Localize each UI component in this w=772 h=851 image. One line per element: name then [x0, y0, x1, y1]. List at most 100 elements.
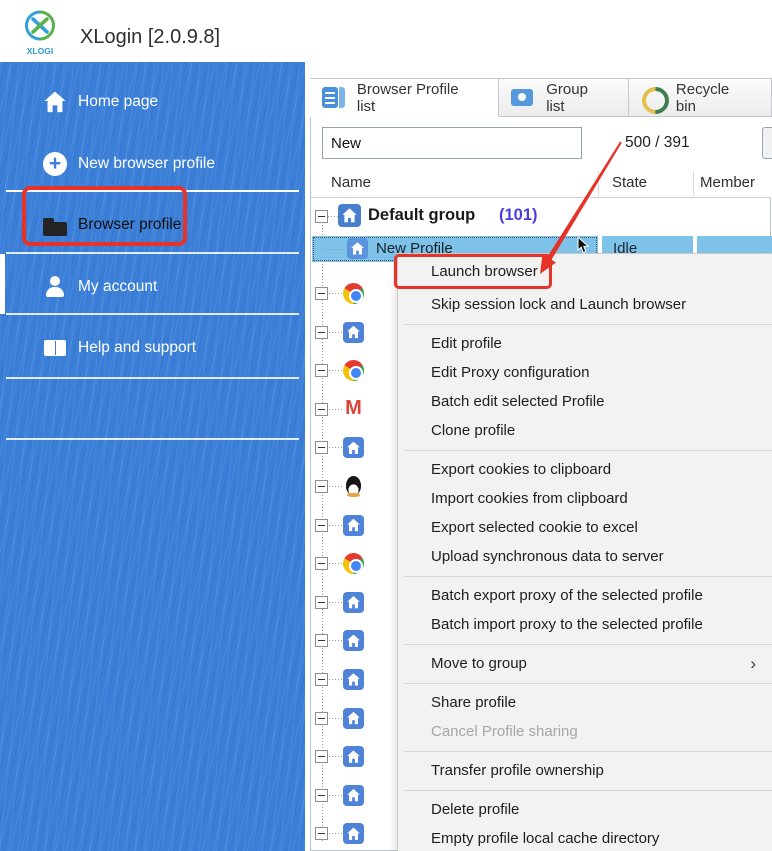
tree-connector — [329, 525, 342, 526]
context-menu-item-label: Batch import proxy to the selected profi… — [431, 616, 703, 633]
sidebar-item[interactable]: Browser profile — [0, 206, 305, 244]
tree-row[interactable] — [311, 628, 391, 666]
tree-connector — [329, 486, 342, 487]
search-action-button[interactable] — [762, 127, 772, 159]
home-icon — [343, 669, 364, 690]
collapse-expander-icon[interactable] — [315, 403, 328, 416]
linux-icon — [343, 476, 364, 497]
tree-connector — [329, 833, 342, 834]
collapse-expander-icon[interactable] — [315, 480, 328, 493]
context-menu-item[interactable]: Clone profile › — [398, 416, 772, 445]
collapse-expander-icon[interactable] — [315, 789, 328, 802]
tree-connector — [329, 293, 342, 294]
home-icon — [343, 437, 364, 458]
collapse-expander-icon[interactable] — [315, 827, 328, 840]
collapse-expander-icon[interactable] — [315, 634, 328, 647]
collapse-expander-icon[interactable] — [315, 210, 328, 223]
sidebar-item-label: Home page — [78, 93, 158, 111]
collapse-expander-icon[interactable] — [315, 557, 328, 570]
collapse-expander-icon[interactable] — [315, 750, 328, 763]
context-menu-item-label: Share profile — [431, 694, 516, 711]
context-menu-item-label: Import cookies from clipboard — [431, 490, 628, 507]
context-menu-item[interactable]: › — [398, 785, 772, 795]
context-menu-item-label: Batch edit selected Profile — [431, 393, 604, 410]
context-menu-item[interactable]: Share profile › — [398, 688, 772, 717]
tree-connector — [329, 795, 342, 796]
sidebar-divider — [6, 313, 299, 315]
home-icon — [42, 89, 68, 115]
group-row[interactable]: Default group (101) — [311, 200, 771, 232]
recycle-icon — [641, 87, 664, 108]
context-menu-item-label: Clone profile — [431, 422, 515, 439]
sidebar-item[interactable]: Help and support — [0, 329, 305, 367]
tree-connector — [329, 332, 342, 333]
context-menu-item[interactable]: Batch edit selected Profile › — [398, 387, 772, 416]
tab[interactable]: Group list — [499, 78, 629, 117]
context-menu: Launch browser › Skip session lock and L… — [397, 253, 772, 851]
context-menu-item[interactable]: Export selected cookie to excel › — [398, 513, 772, 542]
tree-row[interactable] — [311, 435, 391, 473]
collapse-expander-icon[interactable] — [315, 596, 328, 609]
context-menu-item[interactable]: Transfer profile ownership › — [398, 756, 772, 785]
sidebar-item[interactable]: My account — [0, 268, 305, 306]
context-menu-item-label: Export selected cookie to excel — [431, 519, 638, 536]
column-header-state[interactable]: State — [612, 174, 647, 191]
collapse-expander-icon[interactable] — [315, 287, 328, 300]
search-input[interactable] — [322, 127, 582, 159]
collapse-expander-icon[interactable] — [315, 326, 328, 339]
context-menu-item[interactable]: Batch import proxy to the selected profi… — [398, 610, 772, 639]
tree-row[interactable] — [311, 513, 391, 551]
context-menu-item[interactable]: Move to group › — [398, 649, 772, 678]
tree-row[interactable] — [311, 551, 391, 589]
context-menu-item[interactable]: › — [398, 571, 772, 581]
collapse-expander-icon[interactable] — [315, 519, 328, 532]
context-menu-item[interactable]: › — [398, 639, 772, 649]
sidebar-item[interactable]: Home page — [0, 83, 305, 121]
sidebar-item-label: My account — [78, 278, 157, 296]
collapse-expander-icon[interactable] — [315, 712, 328, 725]
context-menu-item[interactable]: Export cookies to clipboard › — [398, 455, 772, 484]
context-menu-item[interactable]: › — [398, 319, 772, 329]
tree-row[interactable] — [311, 320, 391, 358]
tree-row[interactable] — [311, 281, 391, 319]
sidebar-item[interactable]: New browser profile — [0, 145, 305, 183]
tree-row[interactable] — [311, 590, 391, 628]
tab[interactable]: Recycle bin — [629, 78, 772, 117]
collapse-expander-icon[interactable] — [315, 364, 328, 377]
context-menu-item[interactable]: Delete profile › — [398, 795, 772, 824]
context-menu-item-label: Export cookies to clipboard — [431, 461, 611, 478]
context-menu-item[interactable]: Upload synchronous data to server › — [398, 542, 772, 571]
home-icon — [343, 630, 364, 651]
tree-row[interactable] — [311, 706, 391, 744]
sidebar-divider — [6, 252, 299, 254]
tree-row[interactable] — [311, 667, 391, 705]
logo-text: XLOGI — [27, 46, 53, 56]
context-menu-item[interactable]: Import cookies from clipboard › — [398, 484, 772, 513]
tab[interactable]: Browser Profile list — [310, 78, 499, 117]
context-menu-item-label: Edit profile — [431, 335, 502, 352]
column-header-name[interactable]: Name — [331, 174, 371, 191]
context-menu-item[interactable]: › — [398, 746, 772, 756]
collapse-expander-icon[interactable] — [315, 673, 328, 686]
context-menu-item[interactable]: › — [398, 445, 772, 455]
tree-row[interactable] — [311, 744, 391, 782]
home-icon — [343, 708, 364, 729]
tree-row[interactable] — [311, 397, 391, 435]
context-menu-item[interactable]: Skip session lock and Launch browser › — [398, 290, 772, 319]
context-menu-item[interactable]: Empty profile local cache directory › — [398, 824, 772, 851]
context-menu-item[interactable]: Cancel Profile sharing › — [398, 717, 772, 746]
collapse-expander-icon[interactable] — [315, 441, 328, 454]
profile-counter: 500 / 391 — [625, 134, 690, 152]
tree-row[interactable] — [311, 358, 391, 396]
context-menu-item[interactable]: Edit Proxy configuration › — [398, 358, 772, 387]
context-menu-item[interactable]: Launch browser › — [398, 256, 772, 290]
context-menu-item[interactable]: Edit profile › — [398, 329, 772, 358]
column-header-member[interactable]: Member — [700, 174, 755, 191]
tree-row[interactable] — [311, 474, 391, 512]
tree-row[interactable] — [311, 783, 391, 821]
context-menu-item[interactable]: Batch export proxy of the selected profi… — [398, 581, 772, 610]
context-menu-item[interactable]: › — [398, 678, 772, 688]
profile-list-icon — [322, 87, 345, 108]
tree-row[interactable] — [311, 821, 391, 851]
chrome-icon — [343, 283, 364, 304]
